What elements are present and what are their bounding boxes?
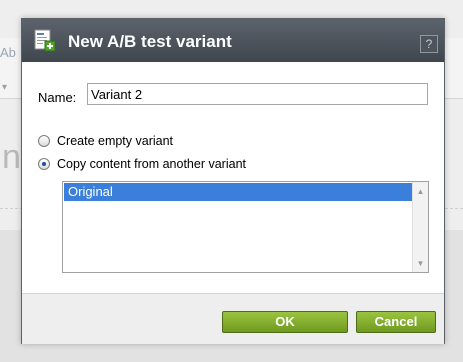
background-fragment: Ab bbox=[0, 45, 16, 60]
name-label: Name: bbox=[38, 90, 77, 105]
copy-content-label: Copy content from another variant bbox=[57, 157, 246, 171]
name-input[interactable] bbox=[87, 83, 428, 105]
copy-content-option[interactable]: Copy content from another variant bbox=[38, 157, 246, 171]
variant-listbox[interactable]: Original ▲ ▼ bbox=[62, 181, 429, 273]
dialog-titlebar: New A/B test variant ? bbox=[22, 19, 444, 62]
dialog-footer: OK Cancel bbox=[22, 293, 444, 344]
help-button[interactable]: ? bbox=[420, 35, 438, 53]
cancel-button[interactable]: Cancel bbox=[356, 311, 436, 333]
dialog-title: New A/B test variant bbox=[68, 32, 232, 51]
create-empty-radio[interactable] bbox=[38, 135, 50, 147]
ok-button[interactable]: OK bbox=[222, 311, 348, 333]
new-variant-dialog: New A/B test variant ? Name: Create empt… bbox=[21, 18, 445, 344]
create-empty-option[interactable]: Create empty variant bbox=[38, 134, 173, 148]
triangle-down-icon[interactable]: ▼ bbox=[413, 256, 428, 272]
listbox-scrollbar[interactable]: ▲ ▼ bbox=[412, 182, 428, 272]
background-fragment: ▾ bbox=[2, 82, 8, 93]
document-add-icon bbox=[34, 29, 56, 53]
create-empty-label: Create empty variant bbox=[57, 134, 174, 148]
copy-content-radio[interactable] bbox=[38, 158, 50, 170]
triangle-up-icon[interactable]: ▲ bbox=[413, 184, 428, 200]
list-item-original[interactable]: Original bbox=[64, 183, 412, 201]
